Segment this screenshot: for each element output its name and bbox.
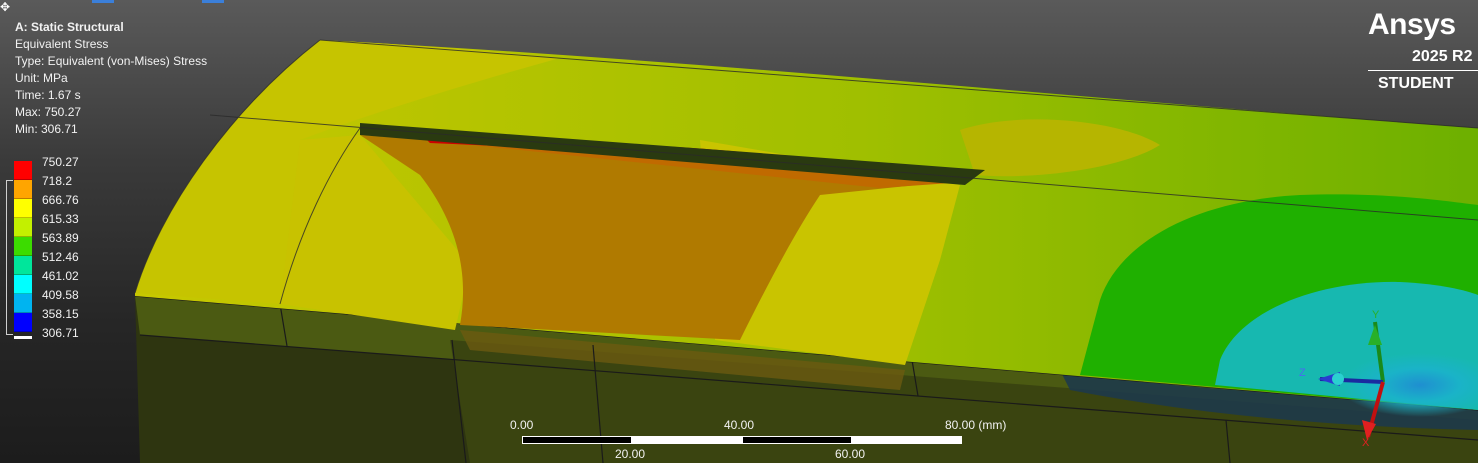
triad-origin [1332,373,1344,385]
result-time: Time: 1.67 s [15,88,81,102]
legend-value: 461.02 [42,269,79,283]
logo-edition: STUDENT [1378,75,1454,92]
triad-z-label: Z [1299,367,1306,379]
analysis-title: A: Static Structural [15,20,124,34]
result-info-panel: A: Static Structural Equivalent Stress T… [15,19,207,138]
legend-band-5 [14,237,32,256]
legend-value: 358.15 [42,307,79,321]
scale-segment-3 [742,436,852,444]
result-min: Min: 306.71 [15,122,78,136]
legend-value: 563.89 [42,231,79,245]
result-type: Type: Equivalent (von-Mises) Stress [15,54,208,68]
legend-range-bracket[interactable] [6,180,13,335]
graphics-viewport[interactable]: Y Z X [0,0,1478,463]
legend-value: 718.2 [42,174,73,188]
scale-label-0: 0.00 [510,418,534,432]
legend-band-6 [14,256,32,275]
legend-labels: 750.27 718.2 666.76 615.33 563.89 512.46… [42,155,79,345]
legend-band-1 [14,161,32,180]
result-unit: Unit: MPa [15,71,68,85]
result-name: Equivalent Stress [15,37,109,51]
logo-brand: Ansys [1368,8,1456,41]
legend-band-2 [14,180,32,199]
legend-band-9 [14,313,32,332]
ansys-logo: Ansys 2025 R2 STUDENT [1368,8,1478,92]
result-max: Max: 750.27 [15,105,82,119]
legend-value: 409.58 [42,288,79,302]
legend-color-bar [14,161,32,332]
legend-band-3 [14,199,32,218]
legend-value: 666.76 [42,193,79,207]
scale-segment-4 [852,436,962,444]
scale-label-20: 20.00 [615,447,646,461]
triad-y-label: Y [1372,309,1380,321]
legend-value: 615.33 [42,212,79,226]
legend-value: 512.46 [42,250,79,264]
triad-x-label: X [1362,437,1370,449]
toolbar-tab-indicator-2[interactable] [202,0,224,3]
legend-value: 306.71 [42,326,79,340]
scale-label-60: 60.00 [835,447,866,461]
scale-segment-1 [522,436,632,444]
legend-min-marker [14,336,32,339]
logo-divider [1368,70,1478,71]
legend-band-7 [14,275,32,294]
scale-label-80: 80.00 (mm) [945,418,1007,432]
legend-band-8 [14,294,32,313]
scale-label-40: 40.00 [724,418,755,432]
scale-segment-2 [632,436,742,444]
cursor-icon: ✥ [0,0,11,14]
logo-version: 2025 R2 [1412,48,1473,65]
toolbar-tab-indicator-1[interactable] [92,0,114,3]
legend-band-4 [14,218,32,237]
legend-value: 750.27 [42,155,79,169]
